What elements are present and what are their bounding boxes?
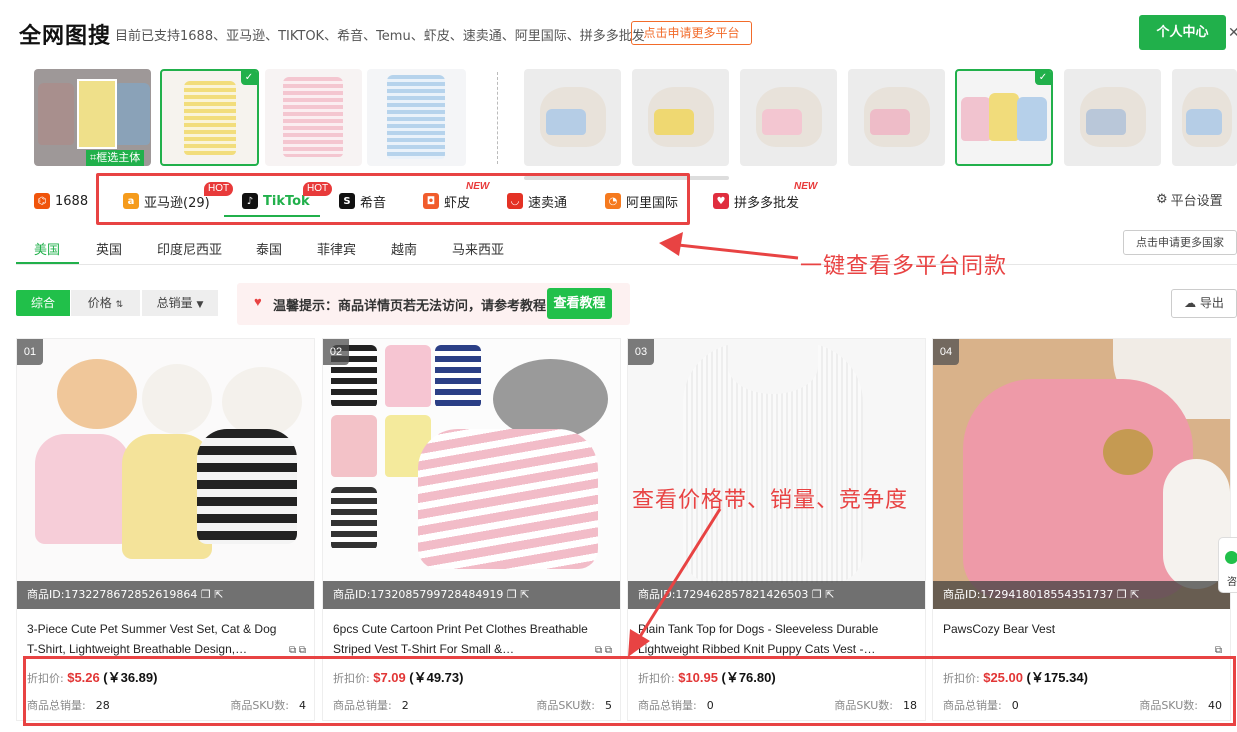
result-thumb-2[interactable] (632, 69, 729, 166)
apply-more-platforms-button[interactable]: 点击申请更多平台 (631, 21, 752, 45)
annotation-arrow-left (659, 232, 799, 260)
supported-platforms-text: 目前已支持1688、亚马逊、TIKTOK、希音、Temu、虾皮、速卖通、阿里国际… (115, 29, 645, 44)
thumb-divider (497, 72, 498, 164)
annotation-frame-prices (23, 656, 1236, 726)
product-id-bar[interactable]: 商品ID:1732278672852619864 ❐ ⇱ (17, 581, 314, 609)
tab-platform-pdd[interactable]: ♥ 拼多多批发 (713, 190, 799, 212)
selected-check-icon: ✓ (241, 71, 257, 85)
selected-check-icon: ✓ (1035, 71, 1051, 85)
image-thumbnail-strip: ⌗框选主体 ✓ ✓ (0, 66, 1237, 170)
external-link-icon[interactable]: ⇱ (214, 588, 223, 601)
result-thumb-6[interactable] (1064, 69, 1161, 166)
product-rank: 02 (323, 339, 349, 365)
product-rank: 04 (933, 339, 959, 365)
sort-arrows-icon: ⇅ (115, 300, 124, 310)
cloud-upload-icon: ☁ (1184, 296, 1197, 310)
external-link-icon[interactable]: ⇱ (520, 588, 529, 601)
close-icon[interactable]: ✕ (1228, 24, 1237, 41)
result-thumb-5[interactable]: ✓ (955, 69, 1053, 166)
active-country-underline (16, 262, 79, 264)
crop-thumb-pink[interactable] (265, 69, 362, 166)
country-tabs: 美国 英国 印度尼西亚 泰国 菲律宾 越南 马来西亚 (16, 228, 1237, 265)
card-action-icons[interactable]: ⧉ (1215, 645, 1222, 656)
heart-icon: ♥ (254, 294, 262, 309)
external-link-icon[interactable]: ⇱ (825, 588, 834, 601)
tab-country-malaysia[interactable]: 马来西亚 (452, 239, 504, 258)
consult-float-button[interactable]: 咨 (1218, 537, 1237, 593)
sort-price-button[interactable]: 价格 ⇅ (71, 290, 140, 316)
tab-country-us[interactable]: 美国 (34, 239, 60, 258)
crop-thumb-yellow[interactable]: ✓ (160, 69, 259, 166)
product-title[interactable]: PawsCozy Bear Vest (943, 619, 1203, 659)
copy-icon[interactable]: ❐ (812, 588, 822, 601)
product-rank: 03 (628, 339, 654, 365)
result-thumb-4[interactable] (848, 69, 945, 166)
annotation-arrow-down (628, 508, 722, 657)
crop-subject-label[interactable]: ⌗框选主体 (86, 150, 145, 166)
product-id-bar[interactable]: 商品ID:1729418018554351737 ❐ ⇱ (933, 581, 1230, 609)
result-thumb-1[interactable] (524, 69, 621, 166)
product-image[interactable]: 02 商品ID:1732085799728484919 ❐ ⇱ (323, 339, 620, 609)
app-logo: 全网图搜 (19, 24, 112, 49)
view-tutorial-button[interactable]: 查看教程 (547, 288, 612, 319)
product-image[interactable]: 04 商品ID:1729418018554351737 ❐ ⇱ (933, 339, 1230, 609)
sort-default-button[interactable]: 综合 (16, 290, 70, 316)
platform-settings-button[interactable]: ⚙ 平台设置 (1156, 190, 1223, 209)
product-id-bar[interactable]: 商品ID:1732085799728484919 ❐ ⇱ (323, 581, 620, 609)
user-center-button[interactable]: 个人中心 (1139, 15, 1226, 50)
annotation-frame-platforms (96, 173, 690, 225)
chevron-down-icon: ▼ (196, 300, 204, 310)
chat-icon (1225, 551, 1237, 564)
source-image-thumb[interactable]: ⌗框选主体 (34, 69, 151, 166)
copy-icon[interactable]: ❐ (507, 588, 517, 601)
card-action-icons[interactable]: ⧉ ⧉ (289, 645, 306, 656)
sort-bar: 综合 价格 ⇅ 总销量 ▼ (16, 290, 218, 316)
crop-thumb-blue[interactable] (367, 69, 466, 166)
tip-text: 温馨提示：商品详情页若无法访问，请参考教程 (273, 299, 547, 314)
pdd-icon: ♥ (713, 193, 729, 209)
tab-country-vietnam[interactable]: 越南 (391, 239, 417, 258)
tab-country-indonesia[interactable]: 印度尼西亚 (157, 239, 222, 258)
product-image[interactable]: 01 商品ID:1732278672852619864 ❐ ⇱ (17, 339, 314, 609)
product-title[interactable]: 3-Piece Cute Pet Summer Vest Set, Cat & … (27, 619, 287, 659)
tip-banner: ♥ 温馨提示：商品详情页若无法访问，请参考教程 查看教程 (237, 283, 630, 325)
tab-country-philippines[interactable]: 菲律宾 (317, 239, 356, 258)
product-title[interactable]: 6pcs Cute Cartoon Print Pet Clothes Brea… (333, 619, 593, 659)
tab-country-thailand[interactable]: 泰国 (256, 239, 282, 258)
external-link-icon[interactable]: ⇱ (1130, 588, 1139, 601)
card-action-icons[interactable]: ⧉ ⧉ (595, 645, 612, 656)
tab-platform-1688[interactable]: ⌬ 1688 (34, 190, 88, 212)
top-header: 全网图搜 目前已支持1688、亚马逊、TIKTOK、希音、Temu、虾皮、速卖通… (0, 0, 1237, 66)
apply-more-countries-button[interactable]: 点击申请更多国家 (1123, 230, 1237, 255)
annotation-multi-platform: 一键查看多平台同款 (800, 254, 1008, 279)
tab-country-uk[interactable]: 英国 (96, 239, 122, 258)
1688-icon: ⌬ (34, 193, 50, 209)
new-badge: NEW (794, 181, 818, 192)
result-thumb-7[interactable] (1172, 69, 1237, 166)
copy-icon[interactable]: ❐ (1117, 588, 1127, 601)
export-button[interactable]: ☁ 导出 (1171, 289, 1237, 318)
result-thumb-3[interactable] (740, 69, 837, 166)
gear-icon: ⚙ (1156, 192, 1168, 207)
product-rank: 01 (17, 339, 43, 365)
copy-icon[interactable]: ❐ (201, 588, 211, 601)
sort-sales-button[interactable]: 总销量 ▼ (142, 290, 218, 316)
